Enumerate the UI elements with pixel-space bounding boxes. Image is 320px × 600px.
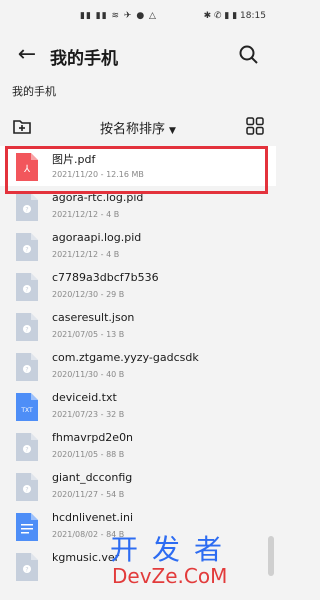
file-name: hcdnlivenet.ini — [52, 511, 133, 524]
file-name: fhmavrpd2e0n — [52, 431, 134, 444]
sort-dropdown[interactable]: 按名称排序 ▼ — [100, 118, 176, 137]
svg-text:?: ? — [25, 247, 28, 254]
file-meta: 2020/11/27 - 54 B — [52, 490, 125, 499]
breadcrumb[interactable]: 我的手机 — [12, 83, 56, 99]
svg-text:TXT: TXT — [20, 407, 33, 414]
watermark-en: DevZe.CoM — [112, 564, 228, 588]
file-row[interactable]: ? agoraapi.log.pid 2021/12/12 - 4 B — [0, 226, 276, 266]
unknown-file-icon: ? — [14, 551, 40, 583]
file-row[interactable]: ? com.ztgame.yyzy-gadcsdk 2020/11/30 - 40 … — [0, 346, 276, 386]
file-meta: 2021/12/12 - 4 B — [52, 210, 120, 219]
search-icon[interactable] — [236, 42, 262, 68]
unknown-file-icon: ? — [14, 431, 40, 463]
file-row[interactable]: TXT deviceid.txt 2021/07/23 - 32 B — [0, 386, 276, 426]
file-meta: 2021/07/05 - 13 B — [52, 330, 125, 339]
file-row[interactable]: ? fhmavrpd2e0n 2020/11/05 - 88 B — [0, 426, 276, 466]
svg-text:?: ? — [25, 487, 28, 494]
unknown-file-icon: ? — [14, 271, 40, 303]
toolbar: 按名称排序 ▼ — [0, 112, 276, 140]
new-folder-icon[interactable] — [12, 116, 32, 136]
file-meta: 2020/11/30 - 40 B — [52, 370, 125, 379]
file-name: giant_dcconfig — [52, 471, 133, 484]
svg-text:?: ? — [25, 327, 28, 334]
file-row[interactable]: ? caseresult.json 2021/07/05 - 13 B — [0, 306, 276, 346]
unknown-file-icon: ? — [14, 191, 40, 223]
file-name: com.ztgame.yyzy-gadcsdk — [52, 351, 199, 364]
unknown-file-icon: ? — [14, 231, 40, 263]
unknown-file-icon: ? — [14, 311, 40, 343]
file-meta: 2021/07/23 - 32 B — [52, 410, 125, 419]
file-name: c7789a3dbcf7b536 — [52, 271, 159, 284]
svg-text:?: ? — [25, 567, 28, 574]
svg-text:?: ? — [25, 287, 28, 294]
svg-text:?: ? — [25, 207, 28, 214]
document-file-icon — [14, 511, 40, 543]
file-meta: 2020/11/05 - 88 B — [52, 450, 125, 459]
svg-text:?: ? — [25, 447, 28, 454]
caret-down-icon: ▼ — [169, 126, 176, 136]
file-name: caseresult.json — [52, 311, 135, 324]
file-row[interactable]: ? giant_dcconfig 2020/11/27 - 54 B — [0, 466, 276, 506]
file-name: agoraapi.log.pid — [52, 231, 142, 244]
unknown-file-icon: ? — [14, 351, 40, 383]
sort-label: 按名称排序 — [100, 122, 166, 137]
watermark-cn: 开发者 — [110, 533, 237, 566]
watermark: 开发者 DevZe.CoM — [110, 528, 270, 594]
file-name: deviceid.txt — [52, 391, 117, 404]
grid-view-icon[interactable] — [246, 117, 264, 135]
file-row[interactable]: ? c7789a3dbcf7b536 2020/12/30 - 29 B — [0, 266, 276, 306]
status-left-icons: ▮▮ ▮▮ ≋ ✈ ● △ — [80, 11, 157, 21]
svg-text:?: ? — [25, 367, 28, 374]
txt-file-icon: TXT — [14, 391, 40, 423]
status-right-icons: ✱ ✆ ▮ ▮ 18:15 — [203, 11, 266, 21]
file-meta: 2021/12/12 - 4 B — [52, 250, 120, 259]
selection-highlight — [5, 146, 268, 194]
unknown-file-icon: ? — [14, 471, 40, 503]
file-meta: 2020/12/30 - 29 B — [52, 290, 125, 299]
status-bar: ▮▮ ▮▮ ≋ ✈ ● △ ✱ ✆ ▮ ▮ 18:15 — [0, 0, 276, 36]
page-title: 我的手机 — [50, 49, 118, 69]
top-app-bar: ← 我的手机 — [0, 36, 276, 76]
back-arrow-icon[interactable]: ← — [14, 42, 40, 68]
